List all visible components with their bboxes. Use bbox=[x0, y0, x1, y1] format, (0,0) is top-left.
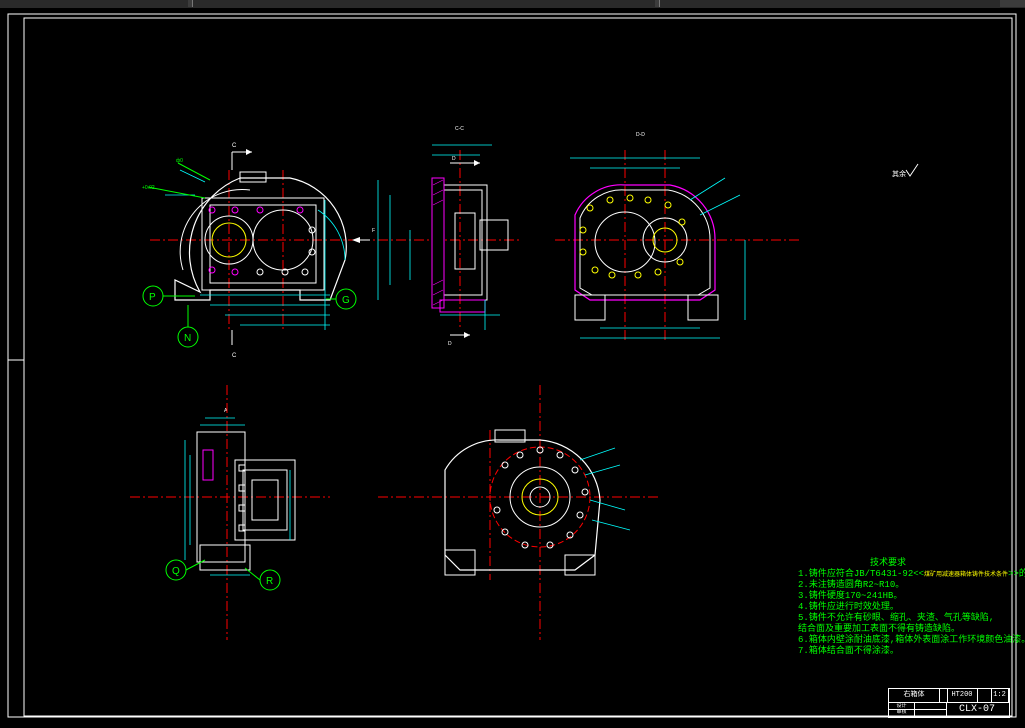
svg-text:P: P bbox=[149, 292, 156, 303]
svg-text:其余: 其余 bbox=[892, 169, 906, 178]
tab-3[interactable] bbox=[1000, 0, 1025, 7]
note-line-2: 2.未注铸造圆角R2~R10。 bbox=[798, 580, 905, 590]
note-line-7: 6.箱体内壁涂耐油底漆,箱体外表面涂工作环境颜色油漆。 bbox=[798, 635, 1025, 645]
svg-text:N: N bbox=[184, 333, 191, 344]
notes-title: 技术要求 bbox=[870, 558, 907, 568]
tb-sign-2 bbox=[914, 709, 947, 717]
front-section-label-top: C bbox=[232, 143, 237, 149]
scale: 1:2 bbox=[991, 689, 1009, 703]
drawing-number: CLX-07 bbox=[958, 704, 995, 715]
tab-bar bbox=[0, 0, 1025, 8]
part-name: 右箱体 bbox=[889, 689, 940, 703]
tab-2[interactable] bbox=[655, 0, 660, 7]
section-c-view: C-C D D F bbox=[352, 126, 520, 347]
note-line-8: 7.箱体结合面不得涂漆。 bbox=[798, 646, 899, 656]
svg-text:D: D bbox=[448, 341, 452, 347]
note-line-5: 5.铸件不允许有砂眼、缩孔、夹渣、气孔等缺陷, bbox=[798, 613, 995, 623]
note-line-4: 4.铸件应进行时效处理。 bbox=[798, 602, 899, 612]
side-view-a: A Q R bbox=[130, 385, 330, 640]
surface-roughness-note: 其余 bbox=[892, 163, 919, 178]
balloon-r: R bbox=[244, 567, 281, 591]
note-line-3: 3.铸件硬度170~241HB。 bbox=[798, 591, 903, 601]
material: HT200 bbox=[947, 689, 978, 703]
svg-text:+0.02: +0.02 bbox=[142, 185, 155, 191]
title-block: 右箱体 HT200 1:2 设计 审核 CLX-07 bbox=[888, 688, 1010, 718]
svg-text:G: G bbox=[342, 295, 350, 306]
section-d-view: D-D 其余 bbox=[555, 132, 919, 340]
svg-text:F: F bbox=[372, 228, 375, 234]
svg-text:R: R bbox=[266, 576, 273, 587]
balloon-n: N bbox=[177, 305, 199, 348]
front-section-label-bottom: C bbox=[232, 353, 237, 359]
rear-view bbox=[378, 385, 660, 640]
tb-cell-blank-2 bbox=[977, 689, 992, 703]
svg-text:Q: Q bbox=[172, 566, 180, 577]
section-c-title: C-C bbox=[455, 126, 464, 132]
svg-text:D: D bbox=[452, 156, 456, 162]
balloon-g: G bbox=[326, 288, 357, 310]
note-line-1: 1.铸件应符合JB/T6431-92<<煤矿用减速器箱体铸件技术条件>>的规定。 bbox=[798, 569, 1025, 579]
front-view: C C +0.02 ф0 P G N bbox=[142, 143, 357, 359]
tab-1[interactable] bbox=[188, 0, 193, 7]
section-d-title: D-D bbox=[636, 132, 645, 138]
note-line-6: 结合面及重要加工表面不得有铸造缺陷。 bbox=[798, 624, 961, 634]
checker-label: 审核 bbox=[889, 709, 915, 717]
balloon-q: Q bbox=[165, 559, 206, 581]
balloon-p: P bbox=[142, 285, 195, 307]
svg-text:ф0: ф0 bbox=[176, 158, 183, 164]
technical-requirements: 技术要求 1.铸件应符合JB/T6431-92<<煤矿用减速器箱体铸件技术条件>… bbox=[798, 558, 1025, 657]
